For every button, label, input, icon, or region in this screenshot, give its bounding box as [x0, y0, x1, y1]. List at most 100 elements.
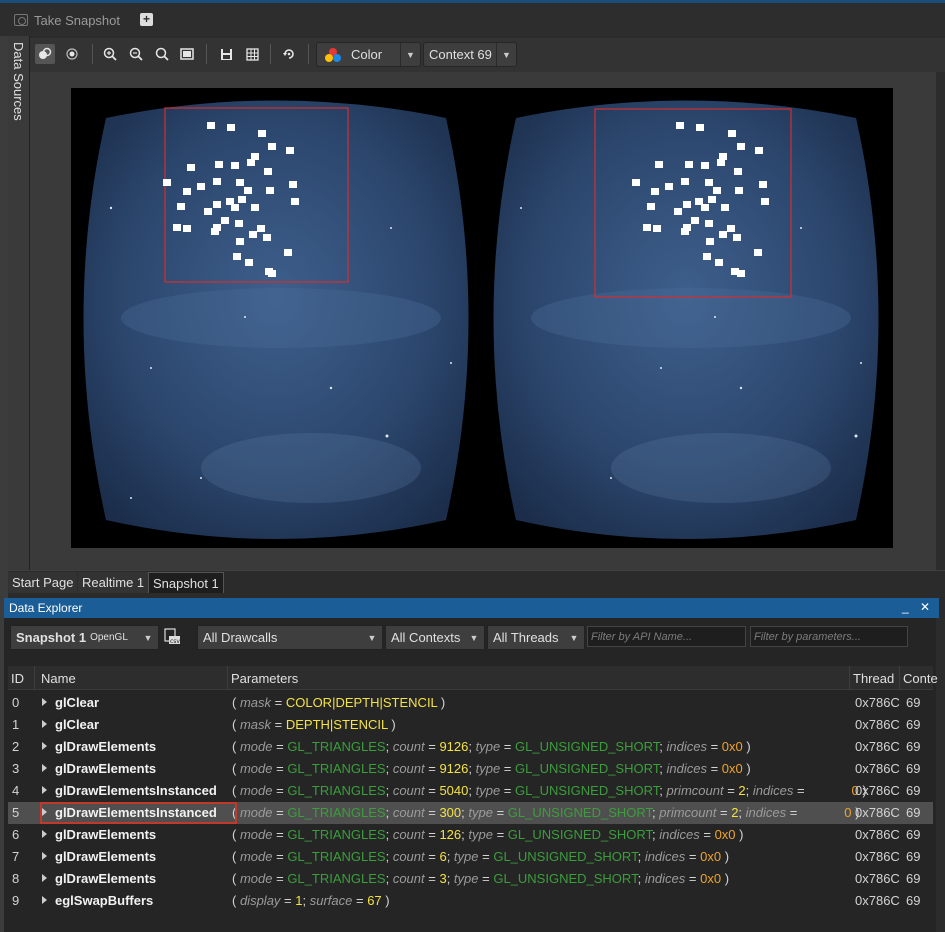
- contexts-filter[interactable]: All Contexts ▼: [385, 625, 485, 650]
- row-id: 3: [12, 761, 20, 776]
- pointer-tool-icon[interactable]: [35, 44, 55, 64]
- row-context: 69: [906, 893, 921, 908]
- row-name: glDrawElements: [42, 871, 156, 886]
- chevron-down-icon: ▼: [143, 632, 153, 643]
- drawcalls-filter[interactable]: All Drawcalls ▼: [197, 625, 383, 650]
- take-snapshot-button[interactable]: Take Snapshot: [14, 10, 120, 30]
- row-params: ( mask = COLOR|DEPTH|STENCIL ): [232, 695, 446, 710]
- channel-label: Color: [351, 47, 383, 62]
- row-name: glClear: [42, 695, 99, 710]
- tab-realtime-1[interactable]: Realtime 1: [78, 572, 149, 593]
- table-row[interactable]: 2 glDrawElements ( mode = GL_TRIANGLES; …: [8, 736, 933, 758]
- row-name: glDrawElements: [42, 849, 156, 864]
- minimize-icon[interactable]: _: [902, 600, 909, 614]
- row-name: glDrawElements: [42, 827, 156, 842]
- row-id: 9: [12, 893, 20, 908]
- row-params: ( mode = GL_TRIANGLES; count = 6; type =…: [232, 849, 730, 864]
- col-name[interactable]: Name: [41, 671, 76, 686]
- row-id: 0: [12, 695, 20, 710]
- row-name: eglSwapBuffers: [42, 893, 153, 908]
- row-context: 69: [906, 849, 921, 864]
- zoom-actual-icon[interactable]: [152, 44, 172, 64]
- row-thread: 0x786C: [855, 849, 900, 864]
- col-id[interactable]: ID: [11, 671, 24, 686]
- expand-arrow-icon: [42, 698, 47, 706]
- close-icon[interactable]: ✕: [920, 600, 930, 614]
- row-context: 69: [906, 739, 921, 754]
- snapshot-select[interactable]: Snapshot 1 OpenGL ▼: [10, 625, 159, 650]
- row-context: 69: [906, 783, 921, 798]
- refresh-icon[interactable]: [279, 44, 299, 64]
- explorer-scrollbar[interactable]: [936, 618, 945, 932]
- expand-arrow-icon: [42, 830, 47, 838]
- parameters-filter-input[interactable]: Filter by parameters...: [750, 626, 908, 647]
- row-id: 5: [12, 805, 20, 820]
- row-name: glDrawElements: [42, 739, 156, 754]
- tab-start-page[interactable]: Start Page: [8, 572, 78, 593]
- expand-arrow-icon: [42, 742, 47, 750]
- row-params: ( mode = GL_TRIANGLES; count = 5040; typ…: [232, 783, 867, 798]
- col-parameters[interactable]: Parameters: [231, 671, 298, 686]
- row-thread: 0x786C: [855, 783, 900, 798]
- table-header: [8, 666, 933, 690]
- table-row[interactable]: 4 glDrawElementsInstanced ( mode = GL_TR…: [8, 780, 933, 802]
- row-id: 1: [12, 717, 20, 732]
- table-row[interactable]: 6 glDrawElements ( mode = GL_TRIANGLES; …: [8, 824, 933, 846]
- row-id: 4: [12, 783, 20, 798]
- zoom-out-icon[interactable]: [126, 44, 146, 64]
- threads-filter[interactable]: All Threads ▼: [487, 625, 585, 650]
- row-thread: 0x786C: [855, 893, 900, 908]
- table-row[interactable]: 3 glDrawElements ( mode = GL_TRIANGLES; …: [8, 758, 933, 780]
- fit-view-icon[interactable]: [177, 44, 197, 64]
- row-context: 69: [906, 827, 921, 842]
- chevron-down-icon: ▼: [496, 43, 516, 66]
- selected-row-highlight: [40, 802, 237, 824]
- table-row[interactable]: 8 glDrawElements ( mode = GL_TRIANGLES; …: [8, 868, 933, 890]
- table-row[interactable]: 7 glDrawElements ( mode = GL_TRIANGLES; …: [8, 846, 933, 868]
- row-params: ( mask = DEPTH|STENCIL ): [232, 717, 396, 732]
- row-thread: 0x786C: [855, 871, 900, 886]
- row-thread: 0x786C: [855, 695, 900, 710]
- expand-arrow-icon: [42, 852, 47, 860]
- row-params: ( display = 1; surface = 67 ): [232, 893, 390, 908]
- expand-arrow-icon: [42, 896, 47, 904]
- chevron-down-icon: ▼: [400, 43, 420, 66]
- tab-label: Start Page: [12, 575, 74, 590]
- row-thread: 0x786C: [855, 805, 900, 820]
- channel-select[interactable]: Color ▼: [316, 42, 421, 67]
- table-row[interactable]: 0 glClear ( mask = COLOR|DEPTH|STENCIL )…: [8, 692, 933, 714]
- chevron-down-icon: ▼: [367, 632, 377, 643]
- save-icon[interactable]: [216, 44, 236, 64]
- zoom-in-icon[interactable]: [100, 44, 120, 64]
- expand-arrow-icon: [42, 720, 47, 728]
- snapshot-api: OpenGL: [90, 632, 128, 643]
- row-thread: 0x786C: [855, 739, 900, 754]
- table-row[interactable]: 9 eglSwapBuffers ( display = 1; surface …: [8, 890, 933, 912]
- expand-arrow-icon: [42, 764, 47, 772]
- context-select[interactable]: Context 69 ▼: [423, 42, 517, 67]
- api-name-filter-input[interactable]: Filter by API Name...: [587, 626, 746, 647]
- col-context[interactable]: Conte: [903, 671, 938, 686]
- radio-target-icon[interactable]: [62, 44, 82, 64]
- tab-snapshot-1[interactable]: Snapshot 1: [148, 572, 224, 593]
- export-csv-icon[interactable]: csv: [163, 628, 181, 646]
- row-id: 2: [12, 739, 20, 754]
- row-id: 6: [12, 827, 20, 842]
- expand-arrow-icon: [42, 786, 47, 794]
- svg-text:csv: csv: [170, 638, 180, 645]
- snapshot-name: Snapshot 1: [16, 630, 87, 645]
- add-button[interactable]: +: [140, 13, 153, 26]
- data-sources-tab[interactable]: Data Sources: [8, 36, 30, 570]
- grid-icon[interactable]: [242, 44, 262, 64]
- row-context: 69: [906, 695, 921, 710]
- row-id: 8: [12, 871, 20, 886]
- table-row[interactable]: 1 glClear ( mask = DEPTH|STENCIL ) 0x786…: [8, 714, 933, 736]
- tab-label: Realtime 1: [82, 575, 145, 590]
- contexts-filter-label: All Contexts: [391, 630, 461, 645]
- tab-label: Snapshot 1: [153, 575, 219, 591]
- row-context: 69: [906, 805, 921, 820]
- viewport-scrollbar[interactable]: [936, 72, 945, 570]
- row-context: 69: [906, 761, 921, 776]
- col-thread[interactable]: Thread: [853, 671, 894, 686]
- row-thread: 0x786C: [855, 827, 900, 842]
